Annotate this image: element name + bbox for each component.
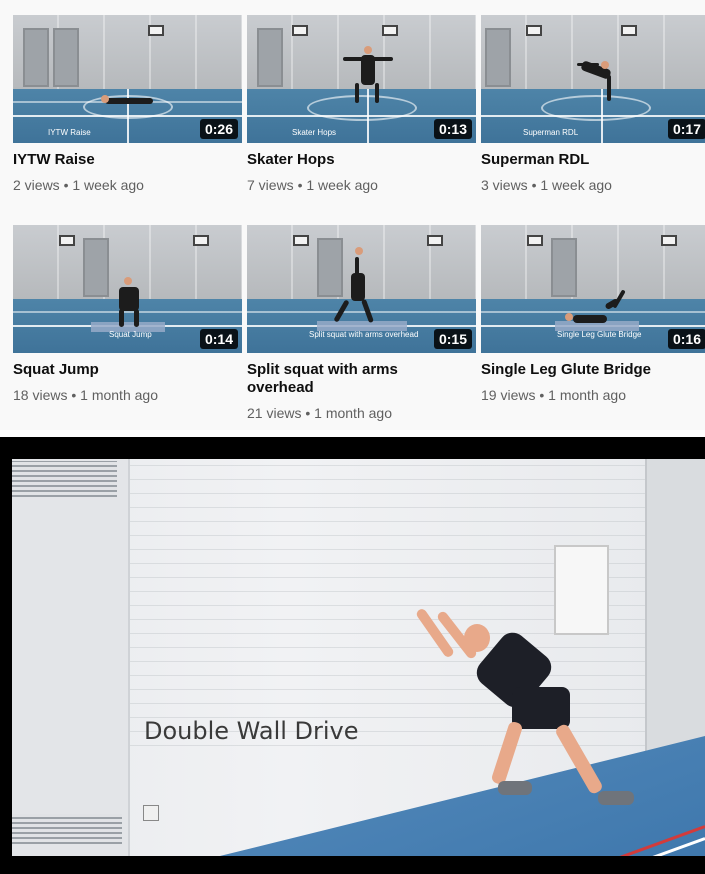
video-card[interactable]: Squat Jump 0:14 Squat Jump 18 views • 1 … — [13, 225, 242, 403]
video-card[interactable]: Superman RDL 0:17 Superman RDL 3 views •… — [481, 15, 705, 193]
thumbnail-caption: Squat Jump — [109, 330, 152, 339]
video-meta: 18 views • 1 month ago — [13, 387, 158, 403]
video-meta: 2 views • 1 week ago — [13, 177, 144, 193]
video-title[interactable]: Squat Jump — [13, 361, 242, 379]
video-card[interactable]: Split squat with arms overhead 0:15 Spli… — [247, 225, 476, 421]
video-card[interactable]: IYTW Raise 0:26 IYTW Raise 2 views • 1 w… — [13, 15, 242, 193]
video-title[interactable]: Split squat with arms overhead — [247, 361, 427, 397]
video-thumbnail[interactable]: Skater Hops 0:13 — [247, 15, 476, 143]
duration-badge: 0:15 — [433, 329, 472, 349]
duration-badge: 0:26 — [199, 119, 238, 139]
video-thumbnail[interactable]: Superman RDL 0:17 — [481, 15, 705, 143]
video-frame[interactable]: Double Wall Drive — [12, 459, 705, 856]
video-thumbnail[interactable]: Split squat with arms overhead 0:15 — [247, 225, 476, 353]
thumbnail-caption: Split squat with arms overhead — [309, 330, 419, 339]
duration-badge: 0:17 — [667, 119, 705, 139]
video-meta: 21 views • 1 month ago — [247, 405, 392, 421]
video-meta: 3 views • 1 week ago — [481, 177, 612, 193]
video-thumbnail[interactable]: Squat Jump 0:14 — [13, 225, 242, 353]
whiteboard — [554, 545, 609, 635]
video-title[interactable]: IYTW Raise — [13, 151, 242, 169]
duration-badge: 0:14 — [199, 329, 238, 349]
wall-vent — [12, 814, 122, 844]
wall-vent — [12, 461, 117, 497]
thumbnail-caption: Skater Hops — [292, 128, 337, 137]
video-thumbnail[interactable]: IYTW Raise 0:26 — [13, 15, 242, 143]
video-meta: 19 views • 1 month ago — [481, 387, 626, 403]
video-grid: IYTW Raise 0:26 IYTW Raise 2 views • 1 w… — [0, 0, 705, 430]
exercise-title-overlay: Double Wall Drive — [144, 717, 359, 745]
duration-badge: 0:16 — [667, 329, 705, 349]
video-title[interactable]: Superman RDL — [481, 151, 705, 169]
video-title[interactable]: Single Leg Glute Bridge — [481, 361, 705, 379]
power-outlet — [143, 805, 159, 821]
thumbnail-caption: Single Leg Glute Bridge — [557, 330, 642, 339]
thumbnail-caption: Superman RDL — [523, 128, 579, 137]
video-card[interactable]: Skater Hops 0:13 Skater Hops 7 views • 1… — [247, 15, 476, 193]
video-meta: 7 views • 1 week ago — [247, 177, 378, 193]
video-card[interactable]: Single Leg Glute Bridge 0:16 Single Leg … — [481, 225, 705, 403]
video-title[interactable]: Skater Hops — [247, 151, 476, 169]
video-player[interactable]: Double Wall Drive — [0, 437, 705, 874]
video-thumbnail[interactable]: Single Leg Glute Bridge 0:16 — [481, 225, 705, 353]
duration-badge: 0:13 — [433, 119, 472, 139]
thumbnail-caption: IYTW Raise — [48, 128, 91, 137]
